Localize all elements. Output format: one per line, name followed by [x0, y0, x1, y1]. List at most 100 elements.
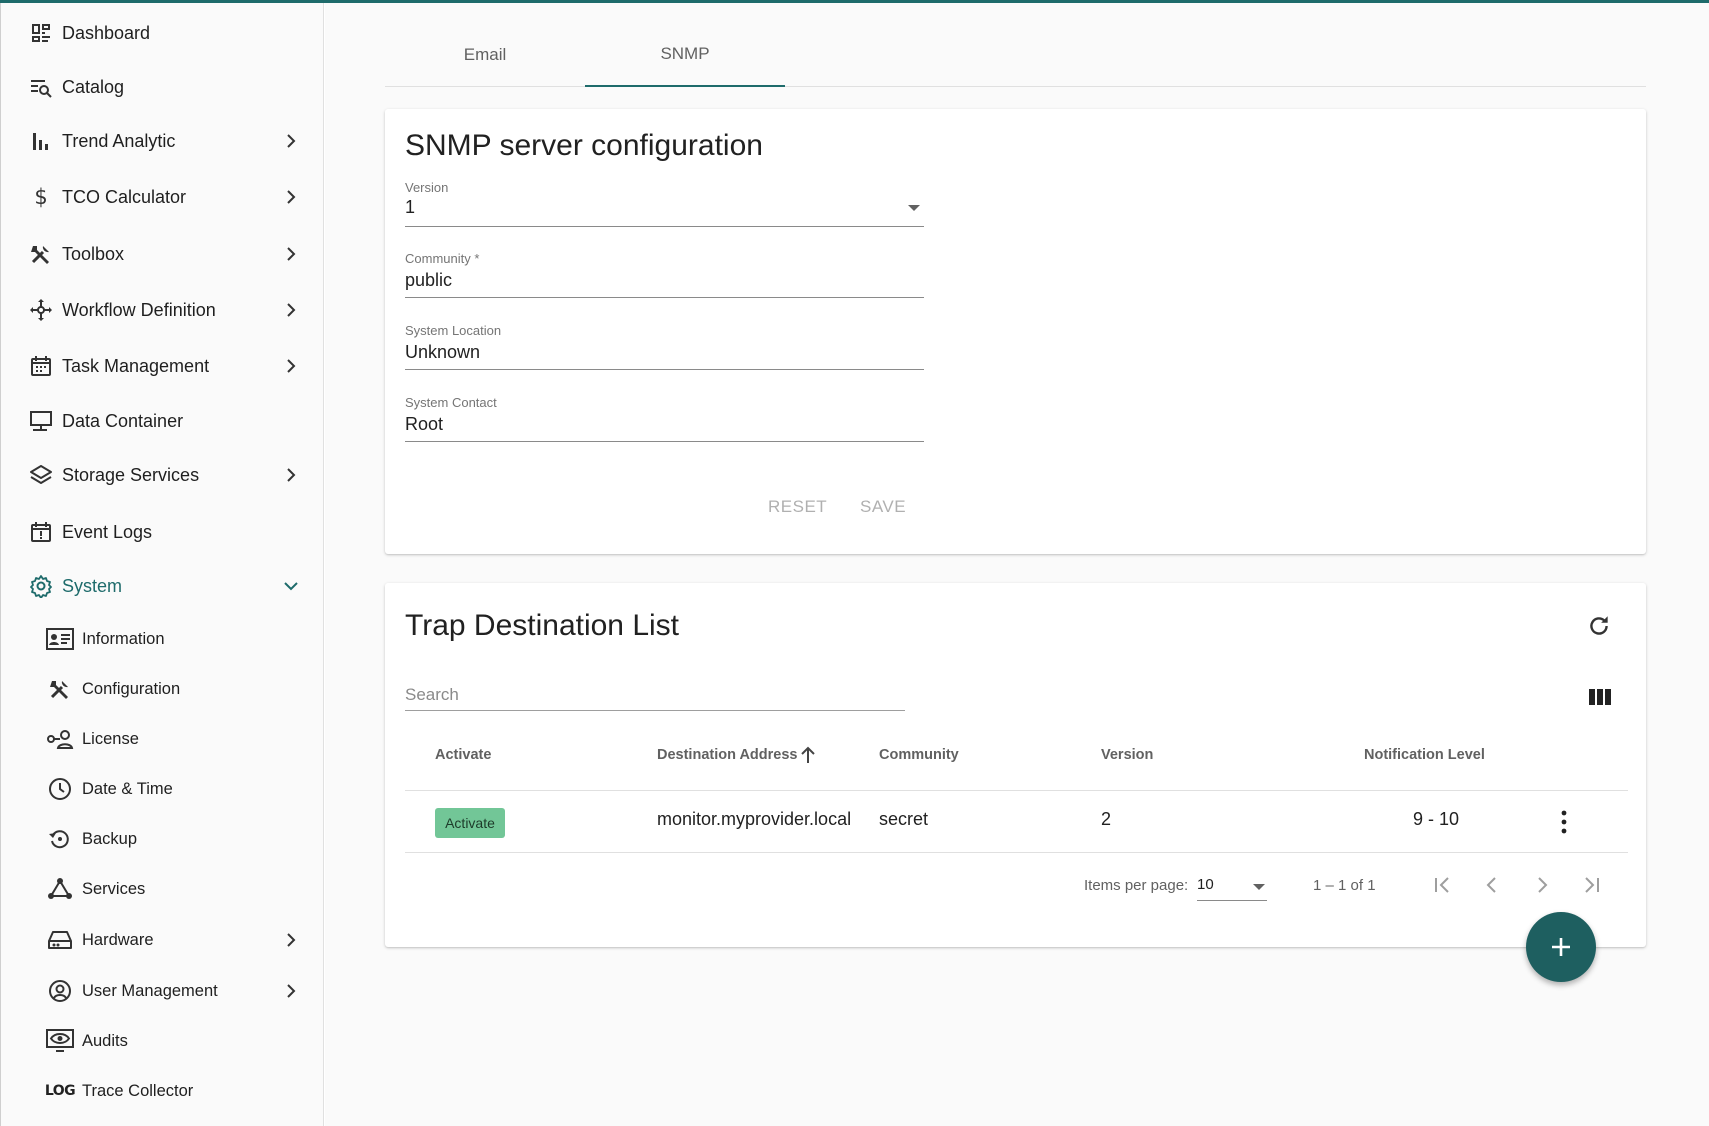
search-input[interactable] — [405, 679, 905, 711]
system-location-label: System Location — [405, 323, 502, 338]
main-content: Email SNMP SNMP server configuration Ver… — [325, 3, 1709, 1126]
sidebar-item-license[interactable]: License — [1, 716, 325, 762]
sidebar-item-services[interactable]: Services — [1, 866, 325, 912]
sidebar-item-label: Catalog — [62, 76, 125, 97]
event-alert-icon — [28, 519, 54, 545]
sidebar-item-label: User Management — [82, 981, 218, 1000]
dropdown-arrow-icon — [1253, 884, 1265, 890]
sidebar-item-label: System — [62, 575, 123, 596]
chevron-right-icon — [281, 356, 301, 376]
save-button[interactable]: SAVE — [860, 497, 906, 517]
sidebar-item-task-management[interactable]: Task Management — [1, 342, 325, 390]
sidebar-item-label: Date & Time — [82, 779, 173, 798]
sidebar-item-storage-services[interactable]: Storage Services — [1, 451, 325, 499]
sidebar-item-label: Audits — [82, 1031, 128, 1050]
sort-ascending-icon[interactable] — [800, 746, 816, 764]
catalog-search-icon — [28, 74, 54, 100]
sidebar-item-label: Task Management — [62, 355, 210, 376]
sidebar: Dashboard Catalog Trend Analytic $ TCO C… — [0, 3, 324, 1126]
sidebar-item-toolbox[interactable]: Toolbox — [1, 230, 325, 278]
sidebar-item-event-logs[interactable]: Event Logs — [1, 508, 325, 556]
user-circle-icon — [46, 978, 74, 1004]
community-input[interactable] — [405, 268, 924, 298]
chevron-right-icon — [281, 930, 301, 950]
next-page-icon[interactable] — [1530, 873, 1554, 897]
sidebar-item-label: Configuration — [82, 679, 181, 698]
audit-eye-icon — [46, 1028, 74, 1054]
system-contact-label: System Contact — [405, 395, 497, 410]
chevron-down-icon — [281, 576, 301, 596]
chevron-right-icon — [281, 131, 301, 151]
sidebar-item-tco-calculator[interactable]: $ TCO Calculator — [1, 173, 325, 221]
layers-icon — [28, 462, 54, 488]
card-title: Trap Destination List — [405, 609, 680, 642]
sidebar-item-workflow-definition[interactable]: Workflow Definition — [1, 286, 325, 334]
items-per-page-select[interactable]: 10 — [1197, 873, 1267, 901]
column-header-activate[interactable]: Activate — [435, 747, 491, 763]
sidebar-item-label: Services — [82, 879, 146, 898]
sidebar-item-label: Backup — [82, 829, 138, 848]
sidebar-item-label: Trace Collector — [82, 1081, 194, 1100]
sidebar-item-catalog[interactable]: Catalog — [1, 63, 325, 111]
license-key-icon — [46, 726, 74, 752]
chevron-right-icon — [281, 465, 301, 485]
bar-chart-icon — [28, 128, 54, 154]
sidebar-item-information[interactable]: Information — [1, 616, 325, 662]
sidebar-item-label: Trend Analytic — [62, 130, 176, 151]
sidebar-item-backup[interactable]: Backup — [1, 816, 325, 862]
sidebar-item-label: Toolbox — [62, 243, 125, 264]
log-icon: LOG — [45, 1078, 76, 1104]
sidebar-item-user-management[interactable]: User Management — [1, 968, 325, 1014]
chevron-right-icon — [281, 187, 301, 207]
sidebar-item-trend-analytic[interactable]: Trend Analytic — [1, 117, 325, 165]
columns-icon[interactable] — [1588, 687, 1612, 707]
reset-button[interactable]: RESET — [768, 497, 827, 517]
sidebar-item-trace-collector[interactable]: LOG Trace Collector — [1, 1068, 325, 1114]
dashboard-icon — [28, 20, 54, 46]
calendar-icon — [28, 353, 54, 379]
column-header-notification-level[interactable]: Notification Level — [1364, 747, 1485, 763]
sidebar-item-label: Information — [82, 629, 165, 648]
previous-page-icon[interactable] — [1480, 873, 1504, 897]
version-label: Version — [405, 180, 449, 195]
tab-bar: Email SNMP — [385, 23, 1646, 87]
card-title: SNMP server configuration — [405, 129, 763, 162]
system-location-input[interactable] — [405, 340, 924, 370]
sidebar-item-hardware[interactable]: Hardware — [1, 917, 325, 963]
sidebar-item-system[interactable]: System — [1, 562, 325, 610]
chevron-right-icon — [281, 981, 301, 1001]
first-page-icon[interactable] — [1430, 873, 1454, 897]
sidebar-item-audits[interactable]: Audits — [1, 1018, 325, 1064]
column-header-destination-address[interactable]: Destination Address — [657, 747, 797, 763]
sidebar-item-data-container[interactable]: Data Container — [1, 397, 325, 445]
id-card-icon — [46, 626, 74, 652]
chevron-right-icon — [281, 244, 301, 264]
items-per-page-label: Items per page: — [1084, 877, 1189, 894]
add-trap-destination-button[interactable] — [1526, 912, 1596, 982]
tab-snmp[interactable]: SNMP — [585, 23, 785, 87]
services-graph-icon — [46, 876, 74, 902]
cell-notification-level: 9 - 10 — [1413, 809, 1460, 829]
sidebar-item-date-time[interactable]: Date & Time — [1, 766, 325, 812]
sidebar-item-label: Event Logs — [62, 521, 153, 542]
restore-icon — [46, 826, 74, 852]
column-header-version[interactable]: Version — [1101, 747, 1153, 763]
system-contact-input[interactable] — [405, 412, 924, 442]
sidebar-item-label: Hardware — [82, 930, 154, 949]
version-value[interactable]: 1 — [405, 197, 924, 227]
cell-destination: monitor.myprovider.local — [657, 809, 852, 829]
more-vert-icon[interactable] — [1560, 810, 1568, 834]
svg-text:$: $ — [34, 185, 47, 209]
cell-version: 2 — [1101, 809, 1112, 829]
tab-email[interactable]: Email — [385, 23, 585, 87]
tools-icon — [28, 241, 54, 267]
table-divider — [405, 852, 1628, 853]
sidebar-item-configuration[interactable]: Configuration — [1, 666, 325, 712]
plus-icon — [1550, 936, 1572, 958]
activate-badge[interactable]: Activate — [435, 808, 505, 838]
refresh-icon[interactable] — [1586, 613, 1612, 639]
last-page-icon[interactable] — [1580, 873, 1604, 897]
sidebar-item-dashboard[interactable]: Dashboard — [1, 9, 325, 57]
column-header-community[interactable]: Community — [879, 747, 959, 763]
workflow-icon — [28, 297, 54, 323]
